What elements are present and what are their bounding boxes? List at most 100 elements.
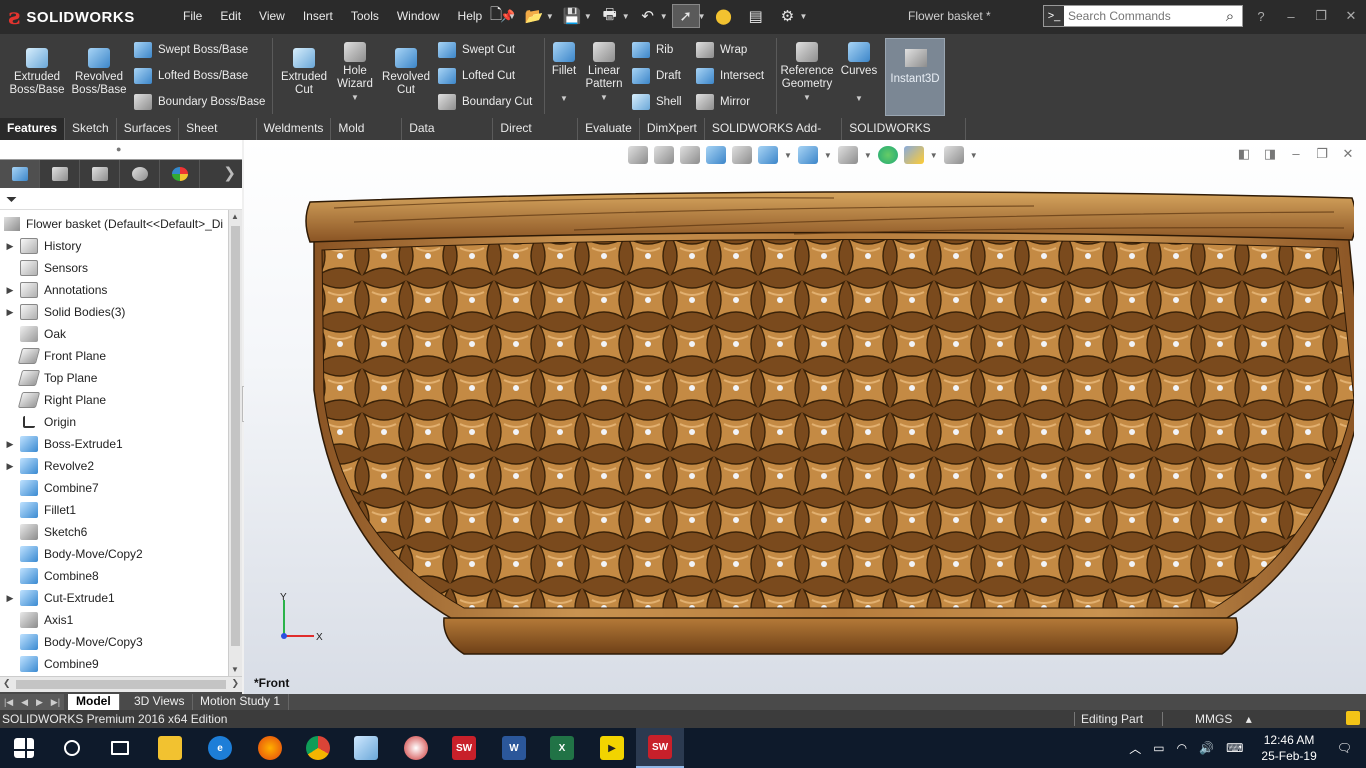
revolved-boss-button[interactable]: Revolved Boss/Base <box>70 48 128 97</box>
tab-sketch[interactable]: Sketch <box>65 118 117 140</box>
select-pointer-icon[interactable]: ➚ <box>671 4 700 28</box>
dimxpert-manager-tab[interactable] <box>120 160 160 188</box>
taskbar-player[interactable]: ▶ <box>588 728 636 768</box>
hole-wizard-dropdown-icon[interactable]: ▼ <box>332 91 378 104</box>
menu-edit[interactable]: Edit <box>211 9 250 23</box>
display-style-dropdown-icon[interactable]: ▼ <box>824 151 832 160</box>
taskbar-solidworks-active[interactable]: SW <box>636 728 684 768</box>
zoom-to-area-icon[interactable] <box>654 146 674 164</box>
tree-item[interactable]: Combine8 <box>0 565 99 587</box>
tree-item[interactable]: Right Plane <box>0 389 106 411</box>
expand-arrow-icon[interactable]: ▶ <box>0 439 20 450</box>
tree-item[interactable]: Sensors <box>0 257 88 279</box>
view-orientation-icon[interactable] <box>758 146 778 164</box>
select-dropdown-icon[interactable]: ▼ <box>698 12 706 21</box>
fillet-dropdown-icon[interactable]: ▼ <box>548 92 580 105</box>
shell-button[interactable]: Shell <box>632 92 682 112</box>
taskbar-notepad[interactable] <box>342 728 390 768</box>
tab-features[interactable]: Features <box>0 118 66 140</box>
menu-view[interactable]: View <box>250 9 294 23</box>
search-input[interactable] <box>1064 9 1218 23</box>
view-orientation-dropdown-icon[interactable]: ▼ <box>784 151 792 160</box>
print-dropdown-icon[interactable]: ▼ <box>622 12 630 21</box>
status-units[interactable]: MMGS ▴ <box>1162 712 1262 726</box>
taskbar-firefox[interactable] <box>246 728 294 768</box>
reference-geometry-dropdown-icon[interactable]: ▼ <box>778 91 836 104</box>
mirror-button[interactable]: Mirror <box>696 92 750 112</box>
tree-item[interactable]: ▶ History <box>0 235 81 257</box>
tree-vertical-scrollbar[interactable]: ▲ ▼ <box>228 210 242 676</box>
rebuild-traffic-light-icon[interactable]: ⬤ <box>710 4 738 28</box>
search-mode-icon[interactable]: >_ <box>1044 6 1064 26</box>
taskbar-chrome[interactable] <box>294 728 342 768</box>
taskbar-excel[interactable]: X <box>538 728 586 768</box>
options-dropdown-icon[interactable]: ▼ <box>800 12 808 21</box>
tree-item[interactable]: Combine9 <box>0 653 99 675</box>
menu-insert[interactable]: Insert <box>294 9 342 23</box>
tab-surfaces[interactable]: Surfaces <box>116 118 180 140</box>
scroll-down-icon[interactable]: ▼ <box>231 665 239 674</box>
viewport-close-button[interactable]: ✕ <box>1340 146 1356 162</box>
scroll-up-icon[interactable]: ▲ <box>231 212 239 221</box>
task-view-button[interactable] <box>96 728 144 768</box>
hole-wizard-button[interactable]: Hole Wizard ▼ <box>332 42 378 104</box>
hide-show-items-icon[interactable] <box>837 146 858 164</box>
feature-tree-tab[interactable] <box>0 160 40 188</box>
swept-cut-button[interactable]: Swept Cut <box>438 40 515 60</box>
scroll-left-icon[interactable]: ❮ <box>3 678 11 689</box>
curves-dropdown-icon[interactable]: ▼ <box>838 92 880 105</box>
viewport-tile-left-icon[interactable]: ◧ <box>1236 146 1252 162</box>
hscroll-thumb[interactable] <box>16 680 226 689</box>
taskbar-edge[interactable]: e <box>196 728 244 768</box>
boundary-cut-button[interactable]: Boundary Cut <box>438 92 532 112</box>
previous-view-icon[interactable] <box>680 146 700 164</box>
tree-item[interactable]: Fillet1 <box>0 499 76 521</box>
viewport-restore-button[interactable]: ❐ <box>1314 146 1330 162</box>
boundary-boss-button[interactable]: Boundary Boss/Base <box>134 92 265 112</box>
last-tab-icon[interactable]: ▶| <box>51 697 60 708</box>
expand-arrow-icon[interactable]: ▶ <box>0 461 20 472</box>
tree-filter[interactable]: ⏷ <box>0 188 242 210</box>
minimize-button[interactable]: – <box>1276 9 1306 24</box>
tab-dimxpert[interactable]: DimXpert <box>639 118 705 140</box>
more-tabs-icon[interactable]: ❯ <box>223 164 236 182</box>
tab-mold-tools[interactable]: Mold Tools <box>331 118 403 156</box>
intersect-button[interactable]: Intersect <box>696 66 764 86</box>
keyboard-icon[interactable]: ⌨ <box>1220 741 1249 755</box>
next-tab-icon[interactable]: ▶ <box>36 697 43 708</box>
tree-item[interactable]: ▶ Annotations <box>0 279 107 301</box>
volume-icon[interactable]: 🔊 <box>1193 741 1220 755</box>
open-dropdown-icon[interactable]: ▼ <box>546 12 554 21</box>
extruded-boss-button[interactable]: Extruded Boss/Base <box>6 48 68 97</box>
undo-icon[interactable]: ↶ <box>634 4 662 28</box>
taskbar-word[interactable]: W <box>490 728 538 768</box>
tab-direct-editing[interactable]: Direct Editing <box>493 118 579 156</box>
fillet-button[interactable]: Fillet ▼ <box>548 42 580 105</box>
start-button[interactable] <box>0 728 48 768</box>
tree-item[interactable]: Origin <box>0 411 76 433</box>
help-icon[interactable]: ? <box>1246 9 1276 24</box>
dynamic-annotation-icon[interactable] <box>732 146 752 164</box>
options-gear-icon[interactable]: ⚙ <box>774 4 802 28</box>
taskbar-search[interactable] <box>48 728 96 768</box>
tree-horizontal-scrollbar[interactable]: ❮ ❯ <box>0 676 242 692</box>
restore-button[interactable]: ❐ <box>1306 8 1336 24</box>
curves-button[interactable]: Curves ▼ <box>838 42 880 105</box>
tab-solidworks-addins[interactable]: SOLIDWORKS Add-Ins <box>704 118 843 156</box>
save-dropdown-icon[interactable]: ▼ <box>584 12 592 21</box>
tree-item[interactable]: ▶ Cut-Extrude1 <box>0 587 115 609</box>
search-commands[interactable]: >_ ⌕ <box>1043 5 1243 27</box>
menu-tools[interactable]: Tools <box>342 9 388 23</box>
new-dropdown-icon[interactable]: ▼ <box>508 12 516 21</box>
tree-item[interactable]: Top Plane <box>0 367 97 389</box>
viewport-minimize-button[interactable]: – <box>1288 146 1304 162</box>
solidworks-logo[interactable]: ƨ SOLIDWORKS <box>8 4 139 30</box>
prev-tab-icon[interactable]: ◀ <box>21 697 28 708</box>
battery-icon[interactable]: ▭ <box>1147 741 1170 755</box>
instant3d-button[interactable]: Instant3D <box>885 38 945 116</box>
warning-icon[interactable] <box>1346 711 1360 725</box>
save-icon[interactable]: 💾 <box>558 4 586 28</box>
menu-file[interactable]: File <box>174 9 211 23</box>
tab-weldments[interactable]: Weldments <box>256 118 332 140</box>
tree-item[interactable]: ▶ Revolve2 <box>0 455 94 477</box>
